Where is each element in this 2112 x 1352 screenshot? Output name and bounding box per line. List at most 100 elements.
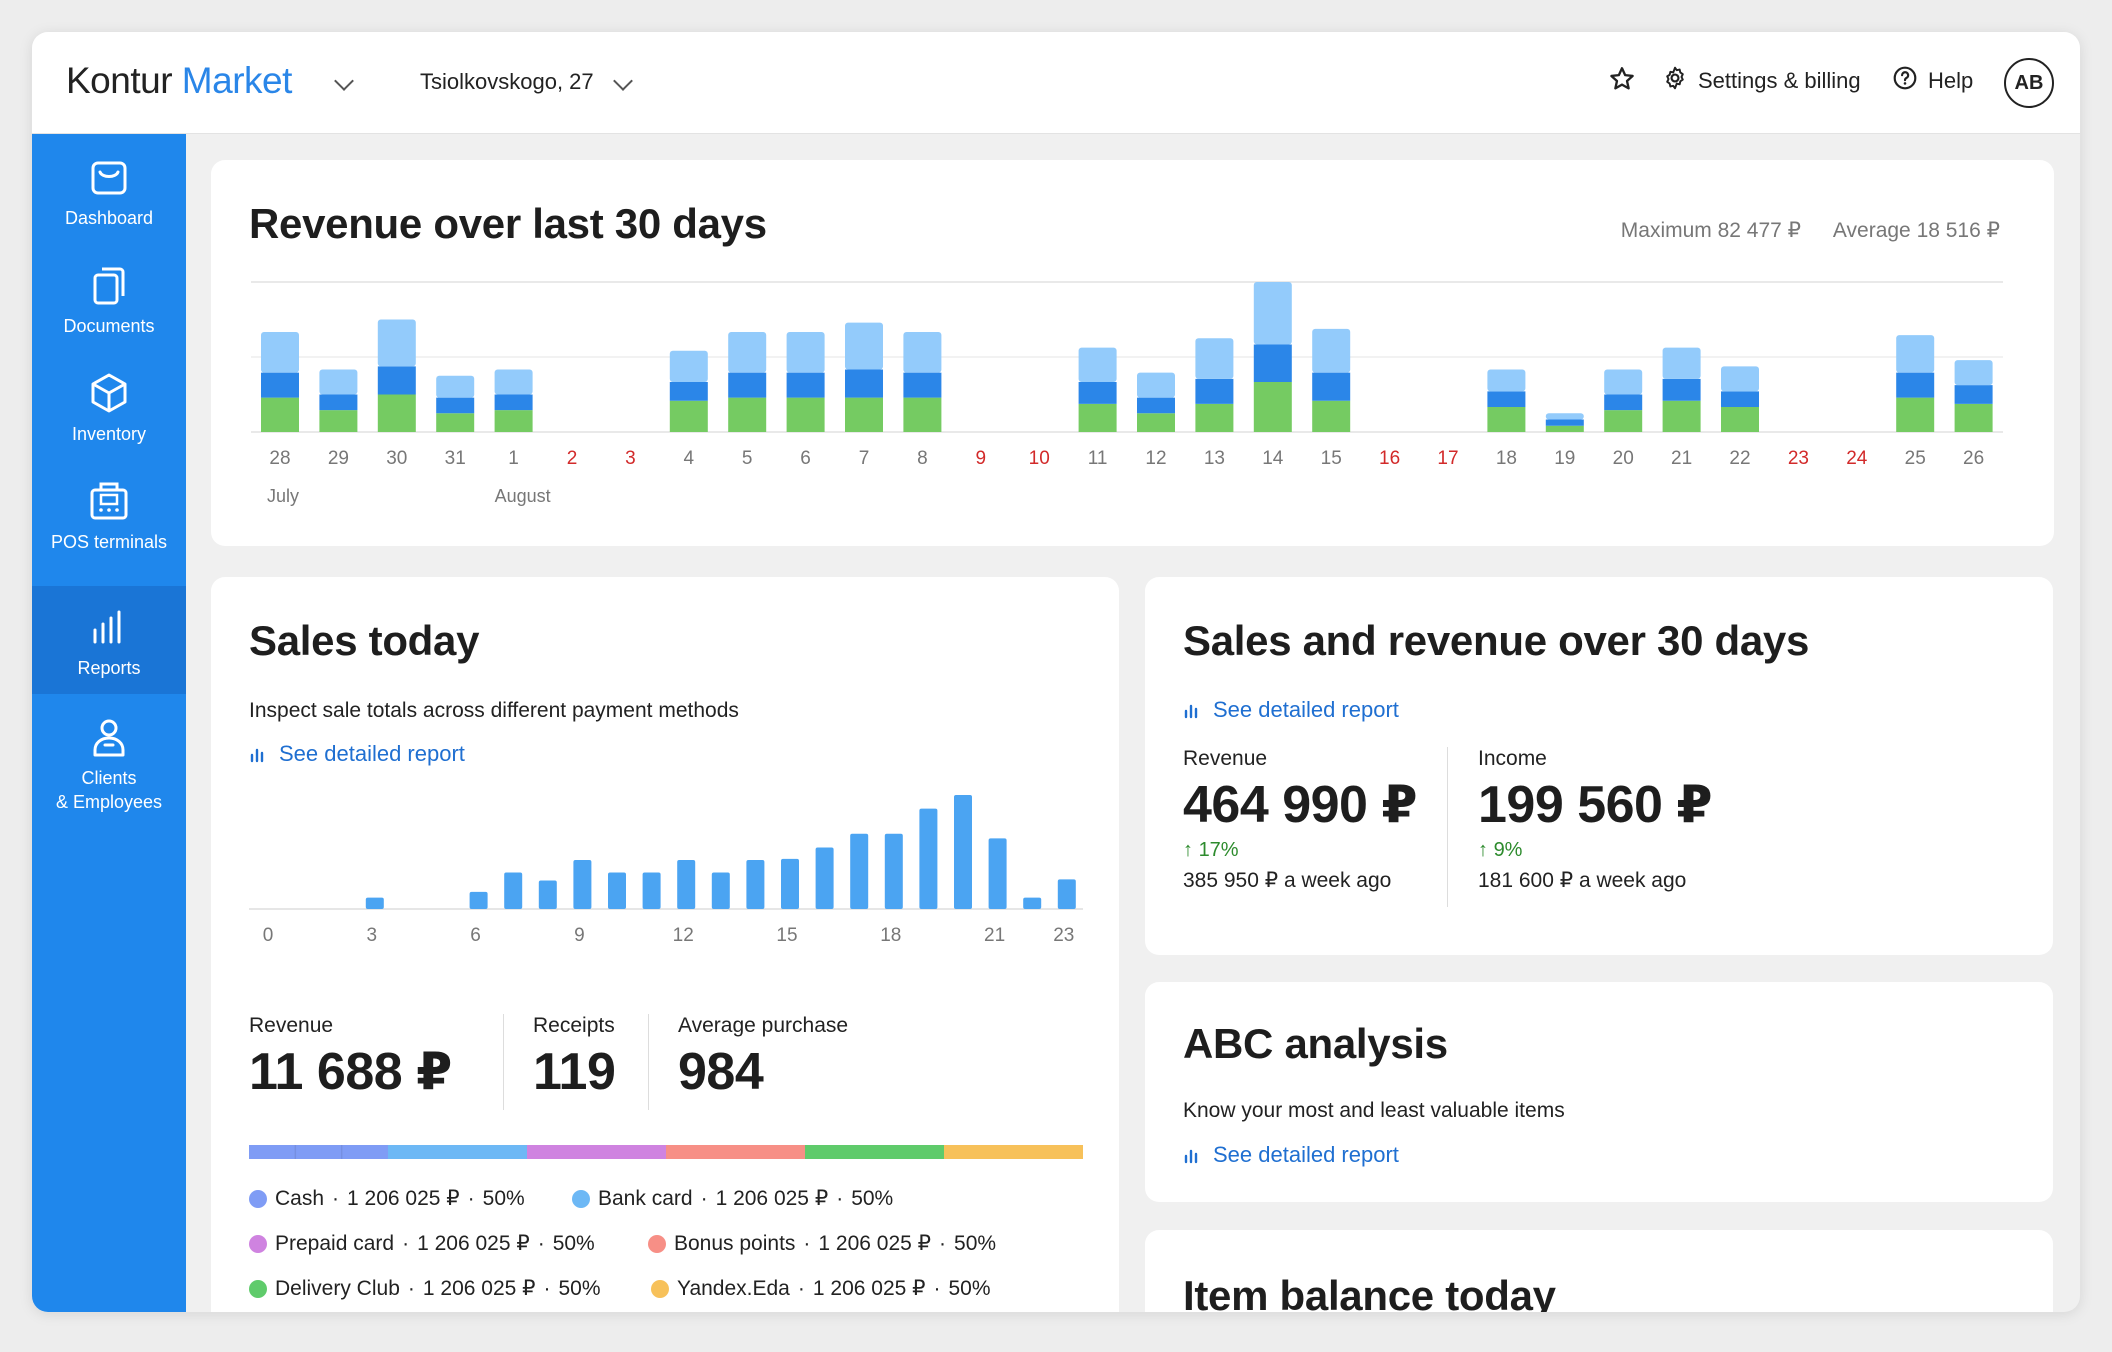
bar-segment[interactable] [845,322,883,370]
bar-segment[interactable] [1312,328,1351,373]
bar-segment[interactable] [1721,391,1759,407]
bar-segment[interactable] [1896,372,1935,398]
bar-segment[interactable] [1253,282,1292,345]
bar-segment[interactable] [1078,403,1117,432]
bar[interactable] [746,859,765,909]
bar-segment[interactable] [436,375,475,398]
bar-segment[interactable] [1195,403,1234,432]
bar-segment[interactable] [436,397,475,414]
bar-segment[interactable] [1954,385,1993,404]
avatar[interactable]: AB [2004,58,2054,108]
bar-segment[interactable] [1604,369,1643,395]
see-detailed-report-link[interactable]: See detailed report [1183,697,1399,723]
bar-segment[interactable] [1137,397,1175,414]
bar-segment[interactable] [1312,400,1351,432]
help-button[interactable]: Help [1892,65,1973,97]
bar[interactable] [850,833,869,909]
sidebar-item-clients-employees[interactable]: Clients & Employees [32,714,186,834]
bar-segment[interactable] [845,397,883,432]
bar-segment[interactable] [1662,347,1701,379]
bar[interactable] [919,808,938,909]
sidebar-item-inventory[interactable]: Inventory [32,370,186,478]
bar-segment[interactable] [1078,347,1117,382]
bar-segment[interactable] [845,369,883,398]
sidebar-item-reports[interactable]: Reports [32,586,186,694]
bar-segment[interactable] [1604,394,1643,411]
bar-segment[interactable] [903,397,942,432]
bar-segment[interactable] [1137,413,1175,432]
bar[interactable] [677,859,696,909]
bar-segment[interactable] [1896,397,1935,432]
bar-segment[interactable] [1896,335,1935,373]
bar[interactable] [815,847,834,909]
bar-segment[interactable] [494,369,533,395]
bar-segment[interactable] [319,369,358,395]
bar-segment[interactable] [494,410,533,432]
bar-segment[interactable] [377,394,416,433]
bar-segment[interactable] [319,410,358,432]
bar[interactable] [573,859,592,909]
bar[interactable] [954,795,972,909]
chevron-down-icon[interactable] [613,71,633,91]
bar[interactable] [781,858,799,909]
bar-segment[interactable] [728,372,767,398]
bar-segment[interactable] [494,394,533,411]
bar-segment[interactable] [1545,413,1584,420]
bar-segment[interactable] [319,394,358,411]
bar-segment[interactable] [669,400,708,432]
store-selector[interactable]: Tsiolkovskogo, 27 [420,69,594,95]
bar-segment[interactable] [1721,366,1759,392]
bar-segment[interactable] [786,397,825,432]
bar-segment[interactable] [1604,410,1643,432]
bar-segment[interactable] [669,350,708,382]
bar[interactable] [608,872,626,909]
bar-segment[interactable] [1137,372,1175,398]
bar-segment[interactable] [1954,403,1993,432]
bar[interactable] [1023,897,1042,909]
bar-segment[interactable] [786,332,825,373]
chevron-down-icon[interactable] [334,71,354,91]
bar-segment[interactable] [1545,419,1584,426]
bar-segment[interactable] [377,366,416,395]
bar-segment[interactable] [728,332,767,373]
bar-segment[interactable] [1078,382,1117,404]
bar[interactable] [365,897,384,909]
bar-segment[interactable] [1253,344,1292,383]
sidebar-item-pos-terminals[interactable]: POS terminals [32,478,186,586]
bar-segment[interactable] [1487,391,1526,407]
bar-segment[interactable] [1545,425,1584,432]
bar[interactable] [469,891,488,909]
bar-segment[interactable] [1195,338,1234,379]
bar-segment[interactable] [1487,407,1526,432]
bar-segment[interactable] [786,372,825,398]
bar-segment[interactable] [1662,378,1701,401]
star-icon[interactable] [1608,65,1636,98]
bar[interactable] [642,872,661,909]
see-detailed-report-link[interactable]: See detailed report [1183,1142,1399,1168]
bar[interactable] [1057,879,1076,909]
bar-segment[interactable] [903,332,942,373]
bar-segment[interactable] [261,397,299,432]
bar-segment[interactable] [1487,369,1526,392]
sidebar-item-documents[interactable]: Documents [32,262,186,370]
sidebar-item-dashboard[interactable]: Dashboard [32,154,186,262]
see-detailed-report-link[interactable]: See detailed report [249,741,465,767]
bar[interactable] [504,872,523,909]
bar-segment[interactable] [669,382,708,401]
bar[interactable] [711,872,730,909]
bar[interactable] [538,880,557,910]
bar-segment[interactable] [377,319,416,367]
bar-segment[interactable] [1954,360,1993,386]
logo[interactable]: Kontur Market [66,60,292,102]
bar-segment[interactable] [1312,372,1351,401]
bar-segment[interactable] [261,332,299,373]
bar-segment[interactable] [903,372,942,398]
bar-segment[interactable] [1721,407,1759,432]
bar-segment[interactable] [1662,400,1701,432]
bar-segment[interactable] [436,413,475,432]
bar-segment[interactable] [728,397,767,432]
bar-segment[interactable] [261,372,299,398]
bar[interactable] [884,833,903,909]
bar-segment[interactable] [1195,378,1234,404]
settings-billing-button[interactable]: Settings & billing [1662,65,1861,97]
